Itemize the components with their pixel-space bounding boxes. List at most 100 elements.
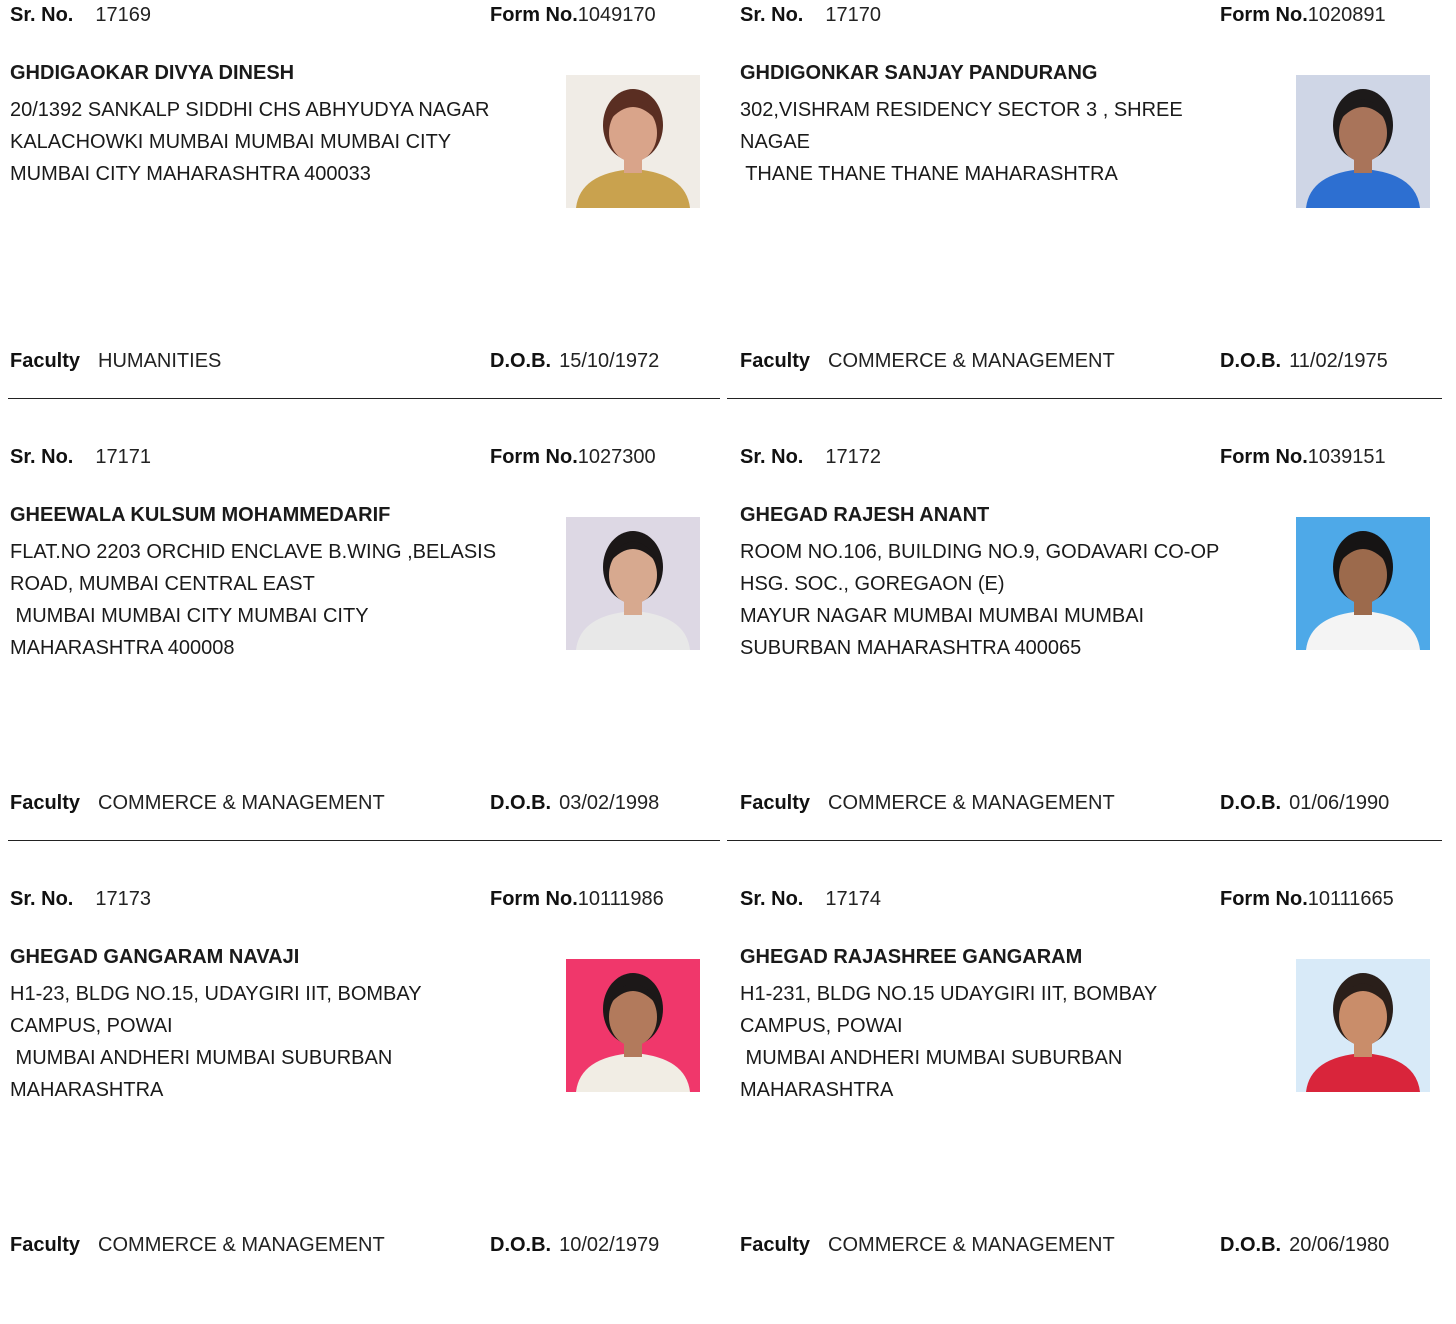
sr-no-label: Sr. No. [740,4,804,26]
dob-value: 15/10/1972 [559,350,660,372]
form-no-label: Form No. [490,446,578,468]
sr-no-value: 17174 [825,888,881,910]
address-line: THANE THANE THANE MAHARASHTRA [740,163,1118,185]
form-no-field: Form No.1027300 [490,444,656,470]
sr-no-field: Sr. No. 17171 [10,444,151,470]
dob-field: D.O.B. 03/02/1998 [490,790,659,816]
address-line: MAYUR NAGAR MUMBAI MUMBAI MUMBAI [740,605,1145,627]
sr-no-label: Sr. No. [740,888,804,910]
record-card: Sr. No. 17174 Form No.10111665 GHEGAD RAJ… [730,884,1450,1324]
address-line: MAHARASHTRA [10,1079,164,1101]
applicant-name: GHEGAD GANGARAM NAVAJI [10,946,300,968]
portrait-photo-icon [1296,517,1430,650]
faculty-field: Faculty COMMERCE & MANAGEMENT [740,1232,1115,1258]
faculty-field: Faculty COMMERCE & MANAGEMENT [740,348,1115,374]
address-line: SUBURBAN MAHARASHTRA 400065 [740,637,1082,659]
form-no-value: 1027300 [577,446,656,468]
faculty-field: Faculty COMMERCE & MANAGEMENT [740,790,1115,816]
faculty-label: Faculty [10,1234,81,1256]
applicant-name: GHDIGAOKAR DIVYA DINESH [10,62,295,84]
sr-no-field: Sr. No. 17169 [10,2,151,28]
dob-label: D.O.B. [1220,350,1282,372]
address-line: MUMBAI ANDHERI MUMBAI SUBURBAN [740,1047,1123,1069]
faculty-field: Faculty HUMANITIES [10,348,221,374]
form-no-label: Form No. [1220,446,1308,468]
address-line: MUMBAI CITY MAHARASHTRA 400033 [10,163,371,185]
address-line: ROAD, MUMBAI CENTRAL EAST [10,573,315,595]
dob-field: D.O.B. 10/02/1979 [490,1232,659,1258]
dob-value: 10/02/1979 [559,1234,660,1256]
applicant-photo [1296,517,1430,650]
form-no-value: 10111665 [1307,888,1394,910]
record-card: Sr. No. 17171 Form No.1027300 GHEEWALA KU… [0,442,720,882]
sr-no-field: Sr. No. 17173 [10,886,151,912]
faculty-label: Faculty [740,350,811,372]
form-no-label: Form No. [1220,888,1308,910]
applicant-photo [566,959,700,1092]
portrait-photo-icon [566,75,700,208]
faculty-value: COMMERCE & MANAGEMENT [828,1234,1115,1256]
dob-label: D.O.B. [490,792,552,814]
sr-no-field: Sr. No. 17172 [740,444,881,470]
address-line: CAMPUS, POWAI [740,1015,903,1037]
dob-label: D.O.B. [1220,792,1282,814]
form-no-field: Form No.1049170 [490,2,656,28]
record-divider [727,398,1442,399]
applicant-photo [1296,75,1430,208]
applicant-address: ROOM NO.106, BUILDING NO.9, GODAVARI CO-… [740,536,1275,664]
record-card: Sr. No. 17169 Form No.1049170 GHDIGAOKAR … [0,0,720,440]
faculty-value: COMMERCE & MANAGEMENT [98,792,385,814]
address-line: 20/1392 SANKALP SIDDHI CHS ABHYUDYA NAGA… [10,99,490,121]
applicant-name: GHEEWALA KULSUM MOHAMMEDARIF [10,504,391,526]
address-line: KALACHOWKI MUMBAI MUMBAI MUMBAI CITY [10,131,452,153]
record-divider [727,840,1442,841]
address-line: HSG. SOC., GOREGAON (E) [740,573,1005,595]
applicant-name: GHDIGONKAR SANJAY PANDURANG [740,62,1098,84]
dob-value: 20/06/1980 [1289,1234,1390,1256]
sr-no-label: Sr. No. [10,4,74,26]
sr-no-value: 17173 [95,888,151,910]
portrait-photo-icon [566,959,700,1092]
register-page: { "labels": { "sr_no": "Sr. No.", "form_… [0,0,1456,1277]
record-card: Sr. No. 17173 Form No.10111986 GHEGAD GAN… [0,884,720,1324]
record-divider [8,840,720,841]
sr-no-field: Sr. No. 17174 [740,886,881,912]
applicant-photo [566,75,700,208]
record-card: Sr. No. 17172 Form No.1039151 GHEGAD RAJE… [727,442,1450,882]
applicant-address: H1-23, BLDG NO.15, UDAYGIRI IIT, BOMBAY C… [10,978,545,1106]
dob-value: 01/06/1990 [1289,792,1390,814]
address-line: ROOM NO.106, BUILDING NO.9, GODAVARI CO-… [740,541,1220,563]
form-no-label: Form No. [490,4,578,26]
address-line: FLAT.NO 2203 ORCHID ENCLAVE B.WING ,BELA… [10,541,497,563]
form-no-value: 10111986 [577,888,664,910]
sr-no-label: Sr. No. [10,446,74,468]
sr-no-value: 17172 [825,446,881,468]
dob-field: D.O.B. 15/10/1972 [490,348,659,374]
applicant-photo [566,517,700,650]
dob-value: 11/02/1975 [1289,350,1388,372]
form-no-field: Form No.10111986 [490,886,664,912]
faculty-label: Faculty [740,1234,811,1256]
address-line: H1-23, BLDG NO.15, UDAYGIRI IIT, BOMBAY [10,983,422,1005]
address-line: MAHARASHTRA [740,1079,894,1101]
applicant-name: GHEGAD RAJASHREE GANGARAM [740,946,1083,968]
sr-no-field: Sr. No. 17170 [740,2,881,28]
address-line: MUMBAI ANDHERI MUMBAI SUBURBAN [10,1047,393,1069]
portrait-photo-icon [1296,75,1430,208]
dob-label: D.O.B. [490,1234,552,1256]
form-no-value: 1049170 [577,4,656,26]
dob-field: D.O.B. 11/02/1975 [1220,348,1388,374]
faculty-field: Faculty COMMERCE & MANAGEMENT [10,1232,385,1258]
dob-field: D.O.B. 01/06/1990 [1220,790,1389,816]
faculty-value: COMMERCE & MANAGEMENT [828,350,1115,372]
sr-no-value: 17170 [825,4,881,26]
address-line: NAGAE [740,131,811,153]
faculty-value: COMMERCE & MANAGEMENT [828,792,1115,814]
form-no-label: Form No. [1220,4,1308,26]
faculty-value: HUMANITIES [98,350,222,372]
address-line: MAHARASHTRA 400008 [10,637,235,659]
faculty-value: COMMERCE & MANAGEMENT [98,1234,385,1256]
form-no-field: Form No.1020891 [1220,2,1386,28]
sr-no-label: Sr. No. [740,446,804,468]
form-no-value: 1039151 [1307,446,1386,468]
